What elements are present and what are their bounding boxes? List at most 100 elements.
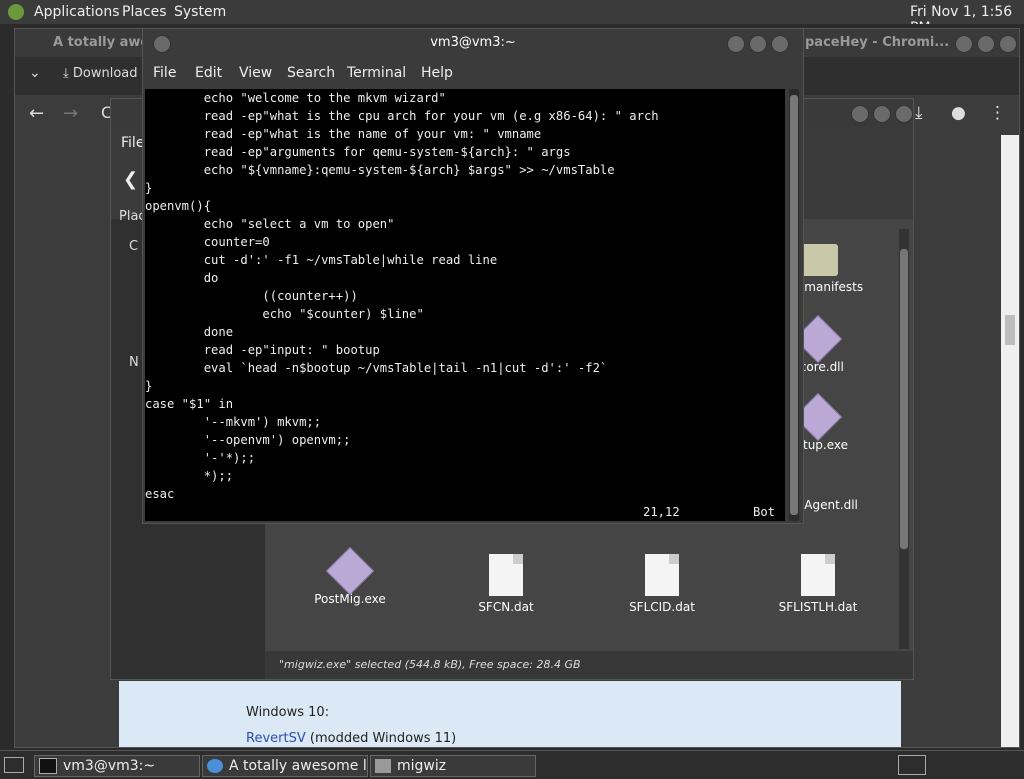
terminal-line: done bbox=[145, 325, 234, 339]
maximize-icon[interactable] bbox=[749, 35, 767, 53]
terminal-icon bbox=[39, 758, 57, 774]
terminal-line: do bbox=[145, 271, 219, 285]
document-icon bbox=[801, 554, 835, 596]
downloads-icon[interactable]: ⤓ bbox=[915, 103, 923, 123]
sidebar-section-c: C bbox=[129, 239, 139, 254]
maximize-icon[interactable] bbox=[873, 105, 891, 123]
gnome-logo-icon[interactable] bbox=[8, 4, 24, 20]
terminal-line: eval `head -n$bootup ~/vmsTable|tail -n1… bbox=[145, 361, 608, 375]
file-name: SFCN.dat bbox=[478, 600, 534, 614]
file-item[interactable]: SFCN.dat bbox=[446, 554, 566, 614]
folder-icon bbox=[375, 759, 391, 773]
terminal-line: echo "$counter) $line" bbox=[145, 307, 424, 321]
executable-icon bbox=[325, 546, 375, 596]
terminal-screen[interactable]: echo "welcome to the mkvm wizard" read -… bbox=[145, 89, 785, 521]
terminal-line: *);; bbox=[145, 469, 234, 483]
menu-kebab-icon[interactable]: ⋮ bbox=[989, 103, 1006, 123]
document-icon bbox=[489, 554, 523, 596]
status-bar: "migwiz.exe" selected (544.8 kB), Free s… bbox=[265, 651, 913, 679]
menu-file[interactable]: File bbox=[153, 65, 176, 81]
terminal-line: openvm(){ bbox=[145, 199, 212, 213]
terminal-line: case "$1" in bbox=[145, 397, 234, 411]
close-icon[interactable] bbox=[999, 35, 1017, 53]
minimize-icon[interactable] bbox=[727, 35, 745, 53]
back-icon[interactable]: ❮ bbox=[123, 169, 138, 190]
terminal-menu-button[interactable] bbox=[149, 35, 171, 57]
file-menu[interactable]: File bbox=[121, 135, 144, 151]
file-name: SFLCID.dat bbox=[629, 600, 695, 614]
vim-scroll-indicator: Bot bbox=[753, 505, 776, 519]
chromium-window-buttons[interactable] bbox=[951, 35, 1017, 57]
terminal-line: '--openvm') openvm;; bbox=[145, 433, 351, 447]
terminal-line: esac bbox=[145, 487, 175, 501]
chevron-down-icon[interactable]: ⌄ bbox=[29, 65, 41, 81]
page-heading: Windows 10: bbox=[246, 705, 330, 720]
file-item[interactable]: SFLCID.dat bbox=[602, 554, 722, 614]
terminal-window-buttons[interactable] bbox=[723, 35, 789, 57]
menu-terminal[interactable]: Terminal bbox=[347, 65, 406, 81]
scroll-thumb[interactable] bbox=[900, 249, 908, 549]
taskbar-item-chromium[interactable]: A totally awesome li... bbox=[202, 755, 368, 777]
terminal-line: echo "${vmname}:qemu-system-${arch} $arg… bbox=[145, 163, 615, 177]
file-grid-scrollbar[interactable] bbox=[899, 229, 909, 649]
terminal-line: '--mkvm') mkvm;; bbox=[145, 415, 322, 429]
menu-search[interactable]: Search bbox=[287, 65, 335, 81]
places-menu[interactable]: Places bbox=[122, 4, 167, 20]
taskbar-item-label: A totally awesome li... bbox=[229, 758, 367, 774]
status-text: "migwiz.exe" selected (544.8 kB), Free s… bbox=[279, 658, 581, 671]
terminal-line: } bbox=[145, 181, 153, 195]
taskbar-item-label: vm3@vm3:~ bbox=[63, 758, 156, 774]
page-link[interactable]: RevertSV bbox=[246, 731, 306, 746]
back-icon[interactable]: ← bbox=[29, 103, 44, 124]
file-name: SFLISTLH.dat bbox=[778, 600, 858, 614]
terminal-line: counter=0 bbox=[145, 235, 270, 249]
terminal-line: ((counter++)) bbox=[145, 289, 358, 303]
chromium-title-right: paceHey - Chromi... bbox=[805, 35, 950, 50]
terminal-title: vm3@vm3:~ bbox=[430, 35, 516, 50]
menu-edit[interactable]: Edit bbox=[195, 65, 222, 81]
scroll-thumb[interactable] bbox=[790, 95, 798, 515]
bottom-panel: vm3@vm3:~ A totally awesome li... migwiz bbox=[0, 750, 1024, 779]
system-menu[interactable]: System bbox=[174, 4, 226, 20]
applications-menu[interactable]: Applications bbox=[34, 4, 120, 20]
profile-icon[interactable]: ● bbox=[951, 103, 966, 123]
terminal-window[interactable]: vm3@vm3:~ File Edit View Search Terminal… bbox=[142, 28, 804, 524]
webpage-content: Windows 10: RevertSV (modded Windows 11) bbox=[119, 681, 901, 747]
terminal-line: cut -d':' -f1 ~/vmsTable|while read line bbox=[145, 253, 498, 267]
minimize-icon[interactable] bbox=[955, 35, 973, 53]
terminal-line: echo "select a vm to open" bbox=[145, 217, 395, 231]
close-icon[interactable] bbox=[895, 105, 913, 123]
workspace-switcher[interactable] bbox=[898, 755, 926, 775]
window-menu-icon[interactable] bbox=[153, 35, 171, 53]
download-button[interactable]: ⤓ Download bbox=[63, 66, 138, 81]
document-icon bbox=[645, 554, 679, 596]
taskbar-item-label: migwiz bbox=[397, 758, 447, 774]
terminal-scrollbar[interactable] bbox=[789, 89, 799, 521]
show-desktop-icon[interactable] bbox=[4, 757, 24, 773]
scroll-thumb[interactable] bbox=[1005, 315, 1015, 345]
terminal-titlebar[interactable]: vm3@vm3:~ bbox=[143, 29, 803, 57]
file-item[interactable]: SFLISTLH.dat bbox=[758, 554, 878, 614]
chromium-scrollbar[interactable] bbox=[1001, 135, 1019, 747]
menu-help[interactable]: Help bbox=[421, 65, 453, 81]
terminal-menubar: File Edit View Search Terminal Help bbox=[143, 57, 803, 87]
sidebar-section-n: N bbox=[129, 355, 139, 370]
page-link-suffix: (modded Windows 11) bbox=[309, 731, 457, 746]
terminal-line: read -ep"arguments for qemu-system-${arc… bbox=[145, 145, 571, 159]
file-manager-window-buttons[interactable] bbox=[847, 105, 913, 127]
top-panel: Applications Places System Fri Nov 1, 1:… bbox=[0, 0, 1024, 36]
maximize-icon[interactable] bbox=[977, 35, 995, 53]
terminal-line: read -ep"what is the cpu arch for your v… bbox=[145, 109, 659, 123]
terminal-line: } bbox=[145, 379, 153, 393]
file-item[interactable]: PostMig.exe bbox=[290, 546, 410, 606]
taskbar-item-terminal[interactable]: vm3@vm3:~ bbox=[34, 755, 200, 777]
taskbar-item-file-manager[interactable]: migwiz bbox=[370, 755, 536, 777]
download-label: Download bbox=[72, 66, 138, 81]
forward-icon[interactable]: → bbox=[63, 103, 78, 124]
vim-position: 21,12 bbox=[643, 505, 680, 519]
minimize-icon[interactable] bbox=[851, 105, 869, 123]
menu-view[interactable]: View bbox=[239, 65, 272, 81]
terminal-line: echo "welcome to the mkvm wizard" bbox=[145, 91, 446, 105]
terminal-line: '-'*);; bbox=[145, 451, 256, 465]
close-icon[interactable] bbox=[771, 35, 789, 53]
